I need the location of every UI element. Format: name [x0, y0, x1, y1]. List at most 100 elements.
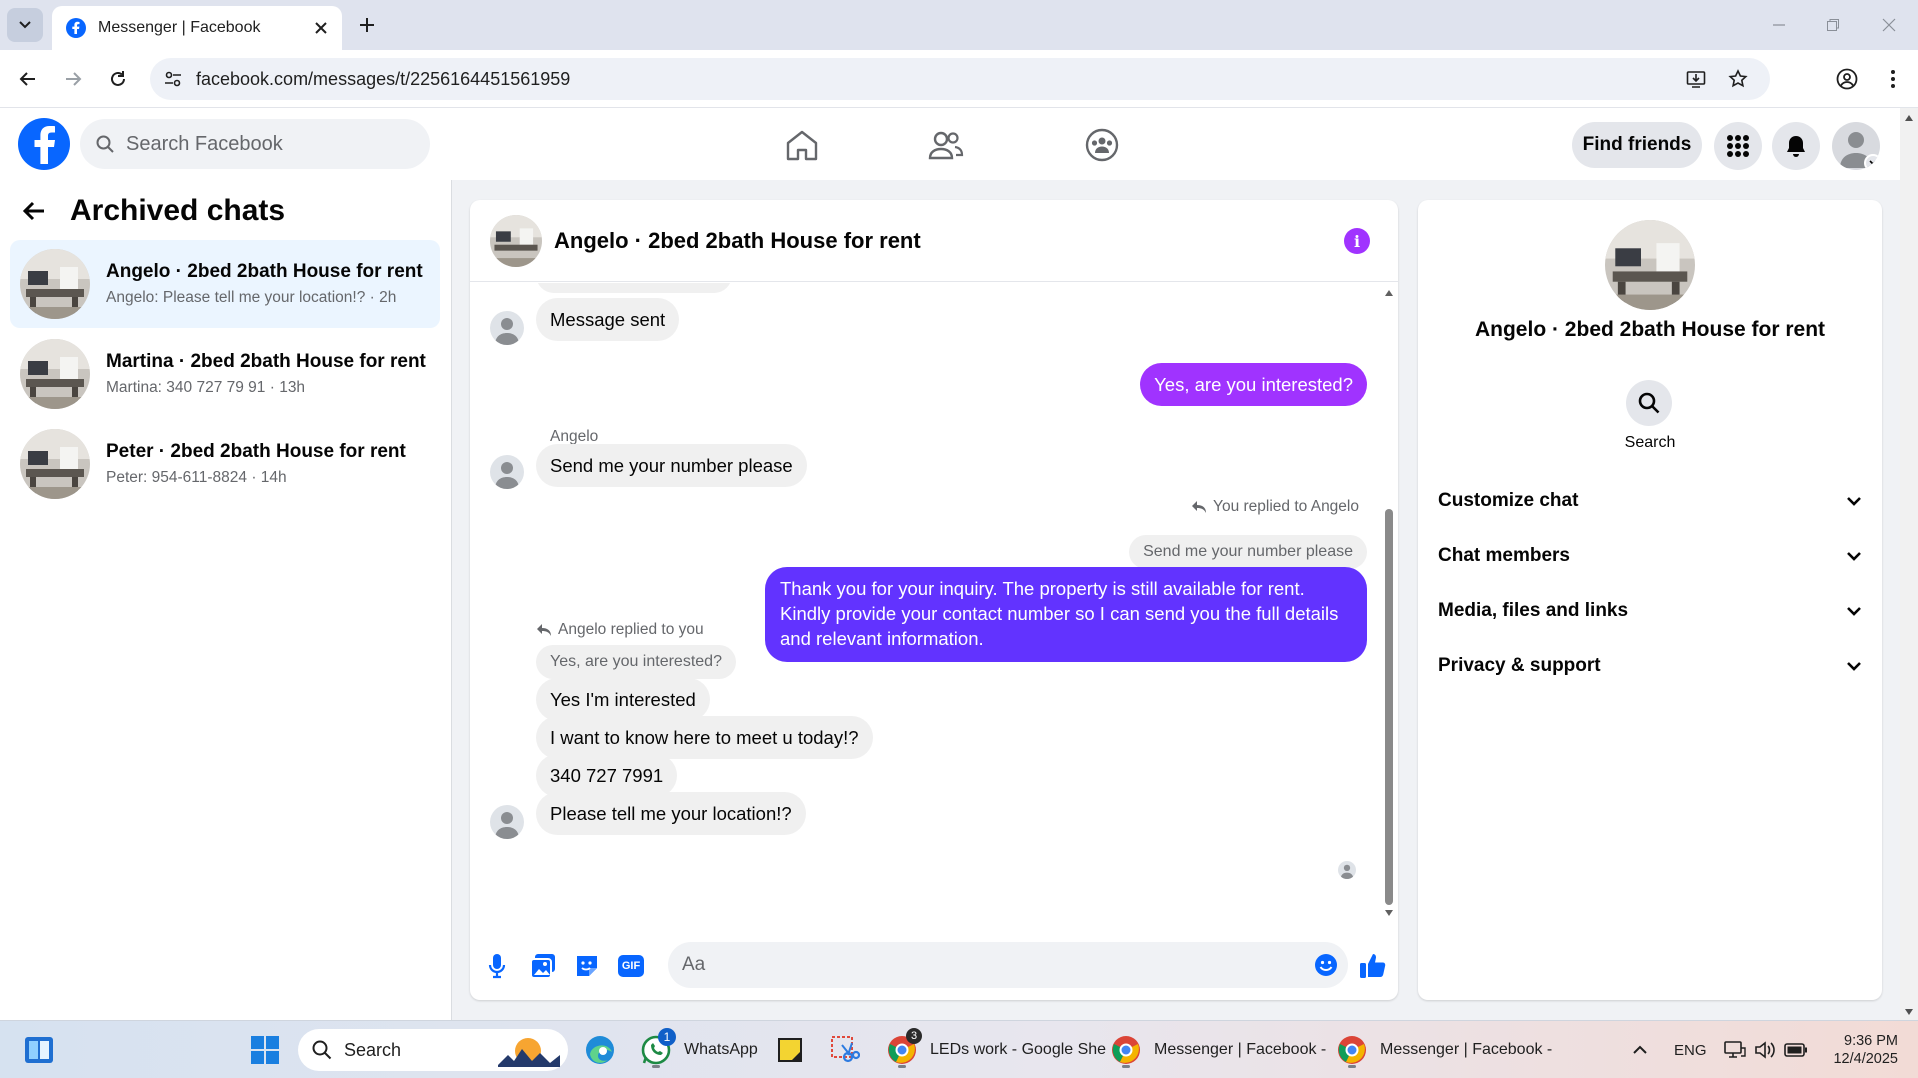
profile-button[interactable]: [1830, 62, 1864, 96]
gif-button[interactable]: GIF: [614, 949, 648, 983]
chat-item-martina[interactable]: Martina · 2bed 2bath House for rent Mart…: [10, 330, 440, 418]
message-list: Message sent Yes, are you interested? An…: [470, 283, 1398, 923]
conversation-avatar[interactable]: [490, 214, 542, 267]
account-chevron[interactable]: [1864, 154, 1880, 170]
facebook-logo[interactable]: [18, 118, 70, 170]
section-privacy-support[interactable]: Privacy & support: [1438, 643, 1862, 689]
nav-home[interactable]: [772, 122, 832, 168]
sender-avatar: [490, 805, 524, 839]
message-bubble[interactable]: Message sent: [536, 298, 680, 342]
taskbar-chrome-sheets[interactable]: 3 LEDs work - Google She: [886, 1028, 1106, 1070]
page-scrollbar[interactable]: [1900, 108, 1918, 1020]
search-in-conversation-button[interactable]: [1626, 380, 1672, 426]
section-label: Privacy & support: [1438, 655, 1601, 676]
taskbar-sticky-notes[interactable]: [776, 1030, 804, 1070]
taskbar-search[interactable]: Search: [298, 1029, 568, 1071]
taskbar-chrome-messenger-2[interactable]: Messenger | Facebook -: [1336, 1030, 1552, 1070]
taskbar-app-label: Messenger | Facebook -: [1380, 1041, 1553, 1058]
tab-search-button[interactable]: [7, 8, 43, 42]
message-bubble[interactable]: Please tell me your location!?: [536, 792, 806, 836]
reload-button[interactable]: [101, 62, 135, 96]
close-tab-icon[interactable]: [314, 21, 328, 35]
nav-groups[interactable]: [1072, 122, 1132, 168]
message-bubble-outgoing[interactable]: Thank you for your inquiry. The property…: [765, 567, 1367, 662]
clock[interactable]: 9:36 PM 12/4/2025: [1818, 1030, 1898, 1070]
edge-browser-icon: [586, 1036, 614, 1064]
info-icon[interactable]: i: [1344, 228, 1370, 254]
quoted-message[interactable]: Yes, are you interested?: [536, 645, 736, 679]
install-app-icon[interactable]: [1686, 69, 1706, 89]
back-button[interactable]: [11, 62, 45, 96]
search-label: Search: [1624, 434, 1676, 451]
conversation-title[interactable]: Angelo · 2bed 2bath House for rent: [554, 228, 921, 254]
section-media-files-links[interactable]: Media, files and links: [1438, 588, 1862, 634]
address-bar[interactable]: facebook.com/messages/t/2256164451561959: [150, 58, 1770, 100]
minimize-button[interactable]: [1764, 10, 1794, 40]
section-label: Media, files and links: [1438, 600, 1629, 621]
close-window-button[interactable]: [1874, 10, 1904, 40]
scroll-down-icon[interactable]: [1904, 1008, 1914, 1016]
new-tab-button[interactable]: [352, 10, 382, 40]
message-input-box[interactable]: [668, 942, 1348, 988]
friends-icon: [928, 131, 964, 160]
taskbar-whatsapp[interactable]: 1 WhatsApp: [640, 1028, 758, 1070]
message-bubble[interactable]: 340 727 7991: [536, 754, 678, 798]
emoji-icon[interactable]: [1314, 953, 1338, 977]
voice-clip-button[interactable]: [480, 949, 514, 983]
restore-button[interactable]: [1818, 10, 1848, 40]
back-arrow-icon[interactable]: [22, 200, 46, 222]
taskbar-snipping-tool[interactable]: [830, 1030, 860, 1070]
like-button[interactable]: [1356, 949, 1390, 983]
message-bubble-outgoing[interactable]: Yes, are you interested?: [1140, 363, 1367, 407]
nav-friends[interactable]: [916, 122, 976, 168]
taskbar-chrome-messenger-1[interactable]: Messenger | Facebook -: [1110, 1030, 1326, 1070]
reply-indicator: You replied to Angelo: [1191, 498, 1359, 516]
facebook-search-input[interactable]: [126, 132, 386, 156]
start-button[interactable]: [250, 1030, 280, 1070]
url-text: facebook.com/messages/t/2256164451561959: [196, 68, 571, 89]
section-customize-chat[interactable]: Customize chat: [1438, 478, 1862, 524]
quoted-message[interactable]: Send me your number please: [1129, 535, 1367, 569]
running-indicator: [1122, 1065, 1130, 1068]
forward-button[interactable]: [56, 62, 90, 96]
bookmark-star-icon[interactable]: [1728, 69, 1748, 89]
thumbs-up-icon: [1360, 954, 1386, 978]
sticker-button[interactable]: [570, 949, 604, 983]
chat-item-angelo[interactable]: Angelo · 2bed 2bath House for rent Angel…: [10, 240, 440, 328]
attach-photo-button[interactable]: [526, 949, 560, 983]
scroll-down-icon[interactable]: [1384, 909, 1394, 917]
taskbar-edge[interactable]: [584, 1030, 616, 1070]
taskbar-search-label: Search: [344, 1039, 402, 1060]
system-tray[interactable]: [1724, 1030, 1808, 1070]
browser-tab-strip: Messenger | Facebook: [0, 0, 1918, 50]
conversation-details-panel: Angelo · 2bed 2bath House for rent Searc…: [1418, 200, 1882, 1000]
message-input[interactable]: [682, 954, 1262, 976]
account-avatar-button[interactable]: [1832, 122, 1880, 170]
scroll-up-icon[interactable]: [1384, 289, 1394, 297]
browser-menu-button[interactable]: [1876, 62, 1910, 96]
message-bubble[interactable]: Yes I'm interested: [536, 678, 710, 722]
language-indicator[interactable]: ENG: [1674, 1030, 1707, 1070]
notifications-button[interactable]: [1772, 122, 1820, 170]
message-bubble[interactable]: Send me your number please: [536, 444, 807, 488]
message-scrollbar[interactable]: [1382, 283, 1396, 923]
chat-item-peter[interactable]: Peter · 2bed 2bath House for rent Peter:…: [10, 420, 440, 508]
reply-icon: [537, 624, 551, 636]
chat-name: Martina · 2bed 2bath House for rent: [106, 351, 426, 372]
chevron-down-icon: [1869, 160, 1877, 166]
plus-icon: [360, 18, 374, 32]
scrollbar-thumb[interactable]: [1385, 509, 1393, 905]
message-bubble[interactable]: I want to know here to meet u today!?: [536, 716, 873, 760]
show-hidden-icons-button[interactable]: [1632, 1030, 1648, 1070]
scroll-up-icon[interactable]: [1904, 114, 1914, 122]
chat-preview: Angelo: Please tell me your location!? ·…: [106, 289, 397, 306]
details-avatar[interactable]: [1605, 220, 1695, 310]
facebook-search-box[interactable]: [80, 119, 430, 169]
find-friends-button[interactable]: Find friends: [1572, 122, 1702, 168]
site-settings-icon[interactable]: [164, 70, 182, 88]
browser-toolbar: facebook.com/messages/t/2256164451561959: [0, 50, 1918, 108]
widgets-button[interactable]: [24, 1030, 54, 1070]
section-chat-members[interactable]: Chat members: [1438, 533, 1862, 579]
menu-button[interactable]: [1714, 122, 1762, 170]
browser-tab-messenger[interactable]: Messenger | Facebook: [52, 6, 342, 50]
